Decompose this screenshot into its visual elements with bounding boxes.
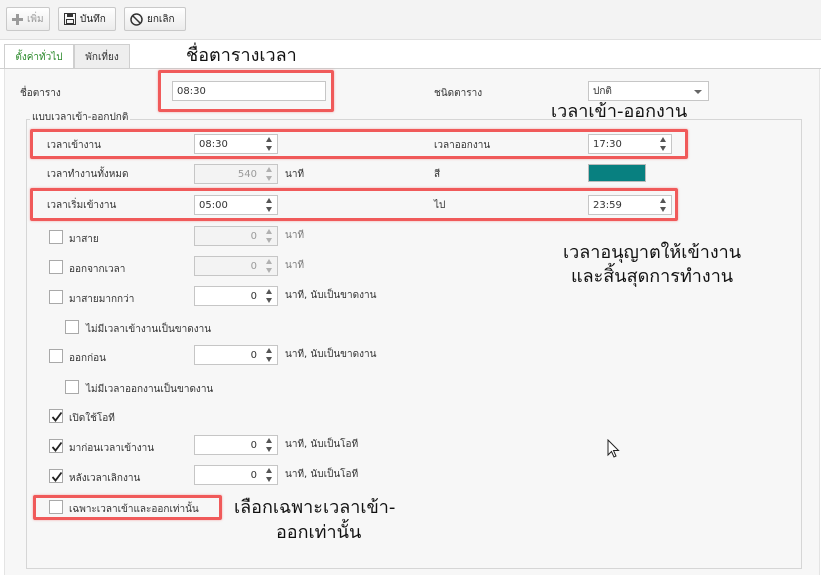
late-more-than-spinner[interactable]: 0 [194,286,278,306]
spinner-arrows-icon[interactable] [263,437,276,453]
cancel-button-label: ยกเลิก [147,13,175,25]
cancel-button[interactable]: ยกเลิก [124,7,186,31]
spinner-arrows-icon[interactable] [263,467,276,483]
color-swatch[interactable] [588,164,646,182]
total-work-value: 540 [237,169,257,180]
late-value: 0 [250,231,257,242]
spinner-arrows-icon[interactable] [657,136,670,152]
before-clock-in-value: 0 [250,440,257,451]
total-work-unit: นาที [285,169,305,180]
late-checkbox[interactable] [49,230,63,244]
annotation-schedule-name: ชื่อตารางเวลา [186,45,297,66]
spinner-arrows-icon[interactable] [263,197,276,213]
tab-lunch-break[interactable]: พักเที่ยง [74,44,130,69]
spinner-arrows-icon [263,258,276,274]
enable-ot-checkbox[interactable] [49,409,63,423]
color-label: สี [434,169,441,180]
before-clock-in-label: มาก่อนเวลาเข้างาน [69,443,155,454]
before-clock-in-spinner[interactable]: 0 [194,435,278,455]
leave-early-time-label: ออกจากเวลา [69,264,126,275]
spinner-arrows-icon[interactable] [263,288,276,304]
save-button-label: บันทึก [80,13,106,25]
no-clock-in-absent-label: ไม่มีเวลาเข้างานเป็นขาดงาน [86,324,212,335]
spinner-arrows-icon[interactable] [263,347,276,363]
leave-early-time-spinner: 0 [194,256,278,276]
clock-in-label: เวลาเข้างาน [47,140,101,151]
spinner-arrows-icon[interactable] [657,197,670,213]
after-clock-out-checkbox[interactable] [49,469,63,483]
clock-in-value: 08:30 [199,139,228,150]
to-label: ไป [434,200,446,211]
clock-out-spinner[interactable]: 17:30 [588,134,672,154]
late-more-than-value: 0 [250,291,257,302]
late-label: มาสาย [69,234,99,245]
no-clock-in-absent-checkbox[interactable] [65,320,79,334]
plus-icon [12,13,23,25]
no-clock-out-absent-label: ไม่มีเวลาออกงานเป็นขาดงาน [86,384,214,395]
floppy-disk-icon [64,13,76,25]
tab-lunch-break-label: พักเที่ยง [85,51,119,63]
leave-early-time-checkbox[interactable] [49,260,63,274]
schedule-type-label: ชนิดตาราง [434,88,483,99]
no-clock-out-absent-checkbox[interactable] [65,380,79,394]
late-more-than-unit: นาที, นับเป็นขาดงาน [285,290,377,301]
tab-general-settings-label: ตั้งค่าทั่วไป [15,51,63,63]
annotation-only-line2: ออกเท่านั้น [276,522,362,543]
leave-before-label: ออกก่อน [69,353,106,364]
checkmark-icon [51,471,63,482]
after-clock-out-label: หลังเวลาเลิกงาน [69,473,141,484]
late-unit: นาที [285,230,305,241]
tab-general-settings[interactable]: ตั้งค่าทั่วไป [4,44,74,69]
group-title: แบบเวลาเข้า-ออกปกติ [30,110,131,125]
spinner-arrows-icon[interactable] [263,136,276,152]
clock-out-label: เวลาออกงาน [434,140,491,151]
start-time-spinner[interactable]: 05:00 [194,195,278,215]
before-clock-in-unit: นาที, นับเป็นโอที [285,439,359,450]
spinner-arrows-icon [263,166,276,182]
late-spinner: 0 [194,226,278,246]
annotation-in-out-time: เวลาเข้า-ออกงาน [551,101,688,122]
leave-early-time-unit: นาที [285,260,305,271]
start-time-value: 05:00 [199,200,228,211]
leave-before-checkbox[interactable] [49,349,63,363]
leave-before-value: 0 [250,350,257,361]
checkmark-icon [51,411,63,422]
spinner-arrows-icon [263,228,276,244]
leave-before-spinner[interactable]: 0 [194,345,278,365]
only-in-out-label: เฉพาะเวลาเข้าและออกเท่านั้น [69,504,199,515]
start-time-label: เวลาเริ่มเข้างาน [47,200,117,211]
leave-early-time-value: 0 [250,261,257,272]
schedule-name-input[interactable]: 08:30 [172,81,326,101]
add-button-label: เพิ่ม [27,13,44,25]
add-button[interactable]: เพิ่ม [6,7,50,31]
end-time-spinner[interactable]: 23:59 [588,195,672,215]
clock-in-spinner[interactable]: 08:30 [194,134,278,154]
checkmark-icon [51,441,63,452]
after-clock-out-value: 0 [250,470,257,481]
prohibited-icon [130,12,143,26]
total-work-label: เวลาทำงานทั้งหมด [47,169,129,180]
after-clock-out-spinner[interactable]: 0 [194,465,278,485]
only-in-out-checkbox[interactable] [49,500,63,514]
schedule-name-label: ชื่อตาราง [20,88,61,99]
late-more-than-label: มาสายมากกว่า [69,294,135,305]
toolbar: เพิ่ม บันทึก ยกเลิก [0,0,821,40]
leave-before-unit: นาที, นับเป็นขาดงาน [285,349,377,360]
after-clock-out-unit: นาที, นับเป็นโอที [285,469,359,480]
annotation-allowed-line2: และสิ้นสุดการทำงาน [571,266,734,287]
mouse-cursor-icon [607,438,621,462]
chevron-down-icon [694,90,702,94]
save-button[interactable]: บันทึก [58,7,116,31]
before-clock-in-checkbox[interactable] [49,439,63,453]
clock-out-value: 17:30 [593,139,622,150]
end-time-value: 23:59 [593,200,622,211]
enable-ot-label: เปิดใช้โอที [69,413,115,424]
total-work-spinner: 540 [194,164,278,184]
late-more-than-checkbox[interactable] [49,290,63,304]
